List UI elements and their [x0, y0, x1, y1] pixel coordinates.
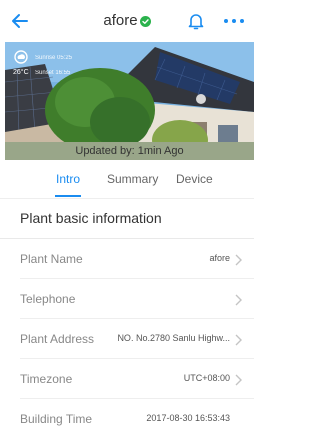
tab-bar: Intro Summary Device: [0, 170, 254, 198]
chevron-right-icon: [234, 333, 242, 346]
row-telephone[interactable]: Telephone: [0, 279, 254, 319]
sunrise-time: Sunrise 05:25: [35, 55, 73, 61]
tab-summary[interactable]: Summary: [107, 170, 158, 188]
row-timezone[interactable]: Timezone UTC+08:00: [0, 359, 254, 399]
plant-photo-banner: Sunrise 05:25 26°C Sunset 16:55 Updated …: [5, 42, 254, 160]
row-label: Plant Name: [20, 252, 83, 266]
row-value: UTC+08:00: [183, 373, 230, 383]
bell-icon[interactable]: [187, 11, 205, 31]
updated-status: Updated by: 1min Ago: [5, 142, 254, 160]
divider: [0, 198, 254, 199]
header-bar: afore: [0, 0, 254, 42]
row-label: Building Time: [20, 412, 93, 426]
active-tab-indicator: [55, 195, 81, 197]
row-value: afore: [209, 253, 230, 263]
row-value: NO. No.2780 Sanlu Highw...: [117, 333, 230, 343]
row-label: Telephone: [20, 292, 76, 306]
sunset-time: Sunset 16:55: [35, 70, 71, 76]
tab-device[interactable]: Device: [176, 170, 213, 188]
chevron-right-icon: [234, 373, 242, 386]
row-label: Plant Address: [20, 332, 95, 346]
more-dots-icon[interactable]: [222, 11, 246, 31]
page-title-wrap: afore: [0, 12, 254, 32]
page-title: afore: [103, 12, 138, 29]
chevron-right-icon: [234, 253, 242, 266]
temperature: 26°C: [13, 69, 29, 76]
verified-check-icon: [139, 14, 151, 32]
tab-intro[interactable]: Intro: [56, 170, 80, 188]
row-building-time: Building Time 2017-08-30 16:53:43: [0, 399, 254, 435]
chevron-right-icon: [234, 293, 242, 306]
row-plant-address[interactable]: Plant Address NO. No.2780 Sanlu Highw...: [0, 319, 254, 359]
row-plant-name[interactable]: Plant Name afore: [0, 239, 254, 279]
plant-detail-screen: afore Sunrise 05:25 26°C Sunset 16:55 Up…: [0, 0, 254, 435]
section-title: Plant basic information: [20, 210, 162, 226]
row-value: 2017-08-30 16:53:43: [146, 413, 230, 423]
row-label: Timezone: [20, 372, 73, 386]
weather-cloud-icon: [13, 50, 29, 68]
